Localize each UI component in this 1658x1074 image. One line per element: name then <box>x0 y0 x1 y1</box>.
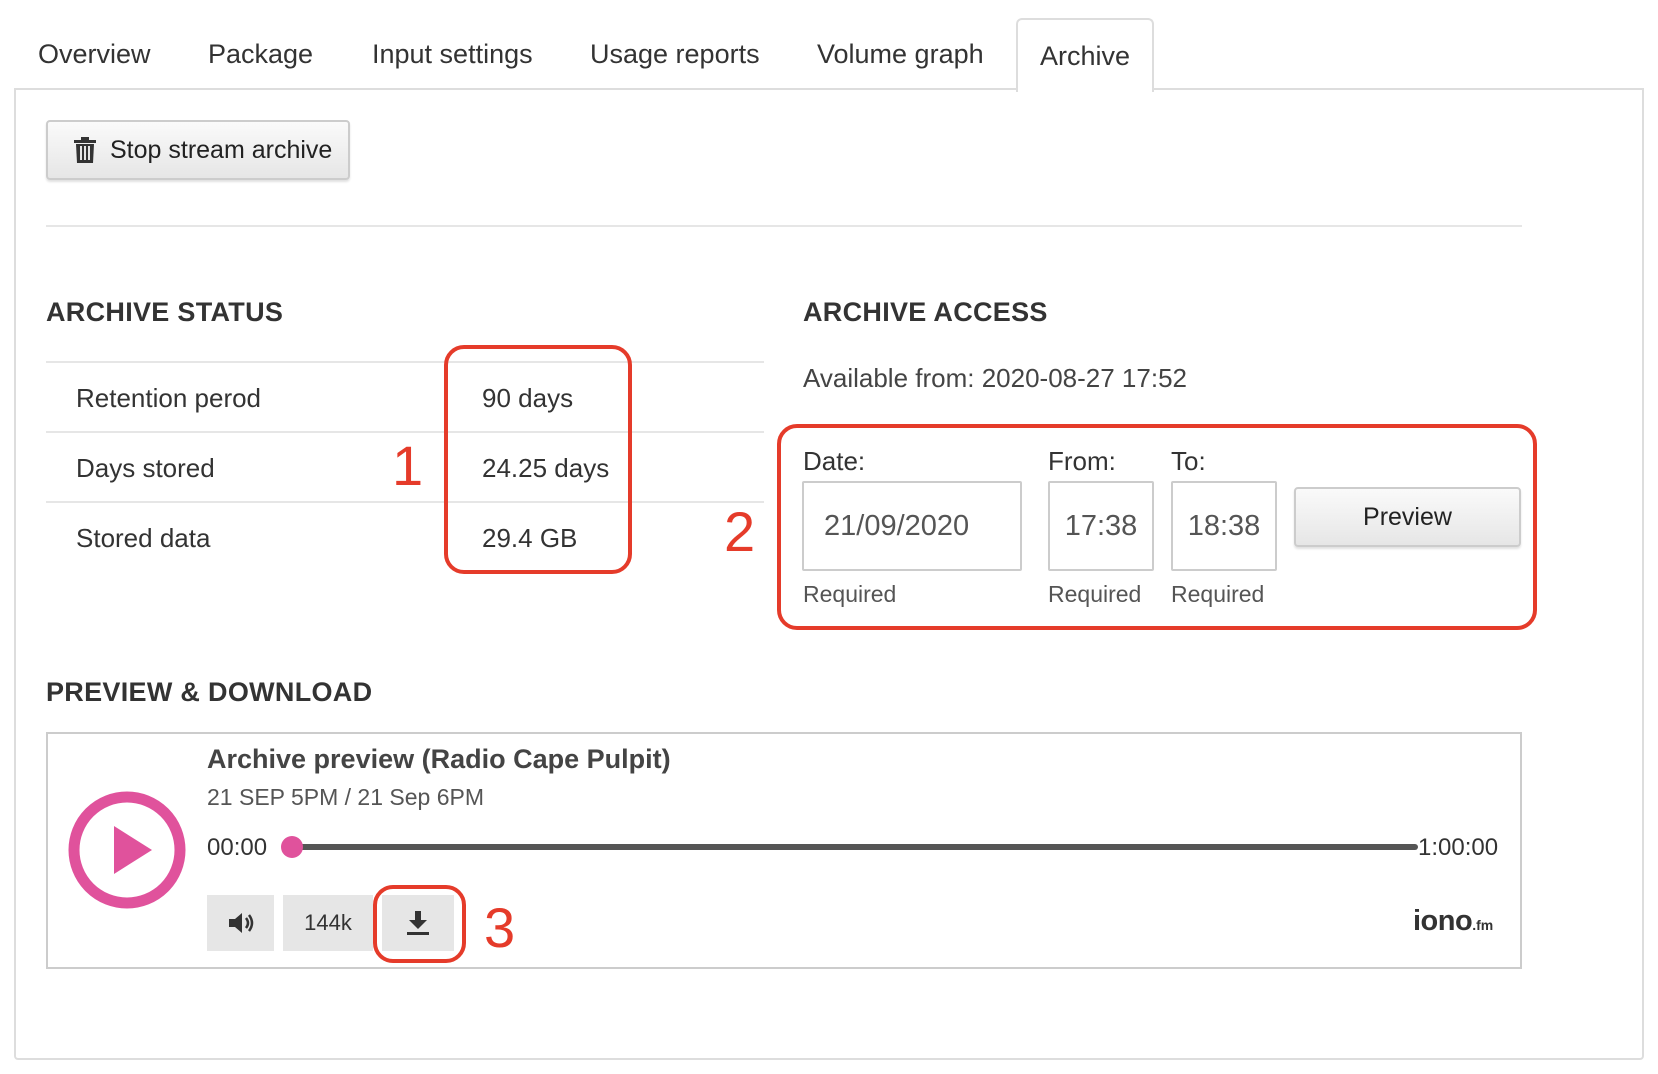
annotation-box-1 <box>444 345 632 574</box>
tab-package[interactable]: Package <box>208 18 313 88</box>
preview-subtitle: 21 SEP 5PM / 21 Sep 6PM <box>207 784 485 810</box>
duration: 1:00:00 <box>1418 834 1499 861</box>
iono-fm-logo: iono.fm <box>1413 905 1493 938</box>
status-row-divider <box>46 431 764 433</box>
stored-data-label: Stored data <box>76 523 211 553</box>
seek-handle[interactable] <box>281 836 303 858</box>
current-time: 00:00 <box>207 834 268 861</box>
stop-stream-archive-label: Stop stream archive <box>110 135 333 164</box>
available-from-text: Available from: 2020-08-27 17:52 <box>803 363 1187 393</box>
trash-icon <box>74 137 96 163</box>
play-icon <box>68 791 186 909</box>
divider <box>46 225 1522 227</box>
status-row-divider <box>46 501 764 503</box>
seek-bar[interactable] <box>292 844 1418 850</box>
status-row-divider <box>46 361 764 363</box>
annotation-box-3 <box>373 885 466 963</box>
tab-archive[interactable]: Archive <box>1016 18 1154 92</box>
volume-button[interactable] <box>207 895 274 951</box>
annotation-box-2 <box>777 424 1537 630</box>
volume-icon <box>228 913 253 933</box>
tab-volume-graph[interactable]: Volume graph <box>817 18 984 88</box>
tab-overview[interactable]: Overview <box>38 18 151 88</box>
play-button[interactable] <box>68 791 186 909</box>
bitrate-button[interactable]: 144k <box>283 895 373 951</box>
annotation-number-2: 2 <box>724 500 756 563</box>
preview-download-heading: PREVIEW & DOWNLOAD <box>46 677 373 707</box>
retention-period-label: Retention perod <box>76 383 262 413</box>
annotation-number-3: 3 <box>484 896 516 959</box>
stop-stream-archive-button[interactable]: Stop stream archive <box>46 120 350 180</box>
logo-suffix: .fm <box>1472 917 1494 933</box>
archive-status-heading: ARCHIVE STATUS <box>46 297 284 327</box>
days-stored-label: Days stored <box>76 453 215 483</box>
archive-access-heading: ARCHIVE ACCESS <box>803 297 1048 327</box>
tab-input-settings[interactable]: Input settings <box>372 18 533 88</box>
tab-usage-reports[interactable]: Usage reports <box>590 18 760 88</box>
annotation-number-1: 1 <box>392 434 424 497</box>
logo-wordmark: iono <box>1413 905 1473 937</box>
preview-title: Archive preview (Radio Cape Pulpit) <box>207 744 671 774</box>
tab-bar: Overview Package Input settings Usage re… <box>14 18 1644 92</box>
